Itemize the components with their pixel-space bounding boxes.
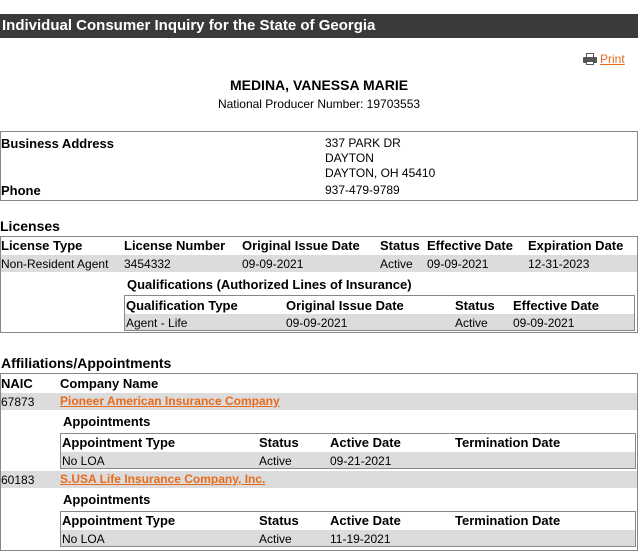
col-active-date: Active Date	[330, 513, 401, 528]
phone-value: 937-479-9789	[325, 183, 400, 197]
affiliations-heading: Affiliations/Appointments	[1, 355, 172, 371]
company-link-pioneer-american[interactable]: Pioneer American Insurance Company	[60, 394, 280, 408]
print-label: Print	[600, 52, 625, 66]
col-termination-date: Termination Date	[455, 513, 561, 528]
col-active-date: Active Date	[330, 435, 401, 450]
appointments-heading: Appointments	[63, 414, 151, 429]
col-appointment-type: Appointment Type	[62, 513, 176, 528]
address-line-1: 337 PARK DR	[325, 136, 401, 150]
qualification-type-value: Agent - Life	[126, 316, 188, 330]
appt-status-value: Active	[259, 454, 292, 468]
license-type-value: Non-Resident Agent	[1, 257, 109, 271]
col-termination-date: Termination Date	[455, 435, 561, 450]
status-value: Active	[380, 257, 413, 271]
page-title: Individual Consumer Inquiry for the Stat…	[0, 14, 638, 38]
col-qual-effective-date: Effective Date	[513, 298, 599, 313]
col-expiration-date: Expiration Date	[528, 238, 624, 253]
col-effective-date: Effective Date	[427, 238, 513, 253]
naic-value: 60183	[1, 473, 35, 487]
col-original-issue-date: Original Issue Date	[242, 238, 360, 253]
active-date-value: 11-19-2021	[330, 532, 391, 546]
printer-icon	[583, 53, 597, 65]
company-link-susa-life[interactable]: S.USA Life Insurance Company, Inc.	[60, 472, 265, 486]
col-company-name: Company Name	[60, 376, 159, 391]
effective-date-value: 09-09-2021	[427, 257, 489, 271]
address-line-2: DAYTON	[325, 151, 374, 165]
col-naic: NAIC	[1, 376, 33, 391]
expiration-date-value: 12-31-2023	[528, 257, 590, 271]
producer-name: MEDINA, VANESSA MARIE	[229, 77, 409, 93]
appt-status-value: Active	[259, 532, 292, 546]
col-status: Status	[380, 238, 420, 253]
qualifications-heading: Qualifications (Authorized Lines of Insu…	[127, 277, 412, 292]
active-date-value: 09-21-2021	[330, 454, 392, 468]
appointment-type-value: No LOA	[62, 532, 105, 546]
col-qualification-type: Qualification Type	[126, 298, 238, 313]
col-license-type: License Type	[1, 238, 83, 253]
original-issue-date-value: 09-09-2021	[242, 257, 304, 271]
col-appointment-type: Appointment Type	[62, 435, 176, 450]
appointment-type-value: No LOA	[62, 454, 105, 468]
qual-effective-date-value: 09-09-2021	[513, 316, 575, 330]
col-qual-status: Status	[455, 298, 495, 313]
print-link[interactable]: Print	[583, 52, 625, 66]
business-address-label: Business Address	[1, 136, 114, 151]
address-line-3: DAYTON, OH 45410	[325, 166, 436, 180]
phone-label: Phone	[1, 183, 41, 198]
col-appt-status: Status	[259, 435, 299, 450]
col-appt-status: Status	[259, 513, 299, 528]
col-qual-original-issue-date: Original Issue Date	[286, 298, 404, 313]
license-number-value: 3454332	[124, 257, 171, 271]
qual-status-value: Active	[455, 316, 488, 330]
appointments-heading: Appointments	[63, 492, 151, 507]
qual-original-issue-date-value: 09-09-2021	[286, 316, 348, 330]
licenses-heading: Licenses	[0, 218, 60, 234]
naic-value: 67873	[1, 395, 35, 409]
national-producer-number: National Producer Number: 19703553	[217, 97, 421, 111]
col-license-number: License Number	[124, 238, 226, 253]
